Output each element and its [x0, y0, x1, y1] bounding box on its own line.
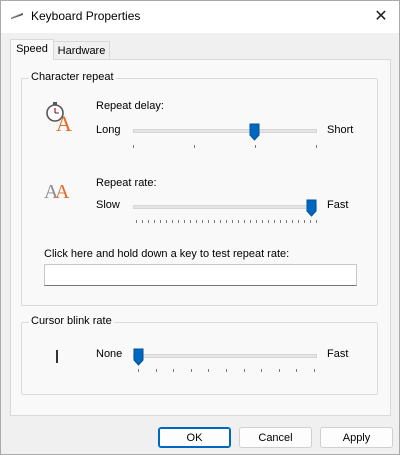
character-repeat-legend: Character repeat: [29, 71, 116, 83]
repeat-rate-slider-thumb[interactable]: [306, 199, 317, 217]
repeat-delay-slider-thumb[interactable]: [249, 123, 260, 141]
test-repeat-input[interactable]: [44, 264, 357, 286]
dialog-window: Keyboard Properties ✕ Speed Hardware Cha…: [0, 0, 400, 455]
repeat-delay-min-label: Long: [96, 124, 121, 136]
repeat-rate-max-label: Fast: [327, 199, 349, 211]
cancel-button[interactable]: Cancel: [239, 427, 312, 448]
tab-hardware[interactable]: Hardware: [54, 41, 110, 60]
repeat-delay-ticks: [133, 145, 317, 149]
repeat-delay-track[interactable]: [133, 129, 317, 133]
repeat-rate-min-label: Slow: [96, 199, 120, 211]
cursor-blink-slider-thumb[interactable]: [133, 348, 144, 366]
window-title: Keyboard Properties: [31, 9, 141, 23]
repeat-rate-label: Repeat rate:: [96, 177, 157, 189]
repeat-delay-stopwatch-icon: A: [46, 102, 72, 132]
keyboard-icon: [10, 12, 24, 19]
repeat-rate-ticks: [136, 220, 317, 224]
close-icon: ✕: [374, 8, 388, 25]
cursor-blink-group: Cursor blink rate: [21, 315, 378, 395]
repeat-delay-label: Repeat delay:: [96, 100, 164, 112]
title-bar: Keyboard Properties ✕: [1, 1, 399, 33]
text-cursor-icon: [56, 350, 58, 363]
svg-text:A: A: [55, 181, 70, 202]
test-repeat-label: Click here and hold down a key to test r…: [44, 248, 290, 260]
cursor-blink-legend: Cursor blink rate: [29, 315, 114, 327]
repeat-delay-max-label: Short: [327, 124, 354, 136]
cursor-blink-max-label: Fast: [327, 348, 349, 360]
cursor-blink-min-label: None: [96, 348, 123, 360]
close-button[interactable]: ✕: [369, 5, 393, 27]
apply-button[interactable]: Apply: [320, 427, 393, 448]
ok-button[interactable]: OK: [158, 427, 231, 448]
tab-speed[interactable]: Speed: [10, 39, 54, 60]
cursor-blink-track[interactable]: [133, 354, 317, 358]
svg-text:A: A: [56, 111, 72, 132]
repeat-rate-letters-icon: A A: [44, 181, 70, 202]
cursor-blink-ticks: [138, 369, 315, 373]
repeat-rate-track[interactable]: [133, 205, 317, 209]
